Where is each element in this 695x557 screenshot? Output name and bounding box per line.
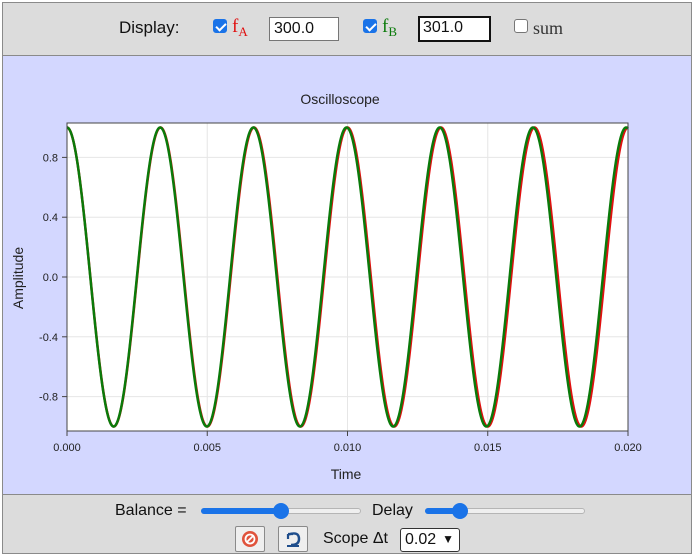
x-tick-label: 0.020 xyxy=(614,442,642,454)
app-frame: Display: fA 300.0 fB 301.0 sum Oscillosc… xyxy=(2,2,692,554)
y-tick-label: -0.8 xyxy=(39,392,58,404)
x-tick-label: 0.000 xyxy=(53,442,81,454)
x-axis-label: Time xyxy=(331,466,362,482)
display-toolbar: Display: fA 300.0 fB 301.0 sum xyxy=(3,3,691,56)
sum-checkbox[interactable] xyxy=(514,19,528,33)
sum-label: sum xyxy=(533,18,564,38)
delay-slider[interactable] xyxy=(425,503,585,519)
x-tick-label: 0.015 xyxy=(474,442,502,454)
scope-dt-select[interactable]: 0.02 ▼ xyxy=(400,528,460,552)
y-tick-label: 0.4 xyxy=(43,212,58,224)
balance-label: Balance = xyxy=(115,502,187,519)
scope-dt-value: 0.02 xyxy=(405,531,437,548)
balance-slider[interactable] xyxy=(201,503,361,519)
fb-frequency-input[interactable]: 301.0 xyxy=(418,16,491,42)
y-tick-label: 0.8 xyxy=(43,152,58,164)
x-tick-label: 0.010 xyxy=(334,442,362,454)
scope-dt-label: Scope Δt xyxy=(323,530,388,547)
delay-slider-thumb[interactable] xyxy=(452,503,469,519)
fa-checkbox[interactable] xyxy=(213,19,227,33)
balance-slider-thumb[interactable] xyxy=(273,503,289,519)
fb-checkbox[interactable] xyxy=(363,19,377,33)
display-label: Display: xyxy=(119,18,180,37)
x-tick-label: 0.005 xyxy=(193,442,221,454)
undo-icon xyxy=(286,532,301,547)
undo-button[interactable] xyxy=(278,526,308,552)
y-tick-label: -0.4 xyxy=(39,332,58,344)
y-tick-label: 0.0 xyxy=(43,272,58,284)
fb-label: fB xyxy=(382,16,397,39)
y-axis-label: Amplitude xyxy=(10,247,26,309)
delay-label: Delay xyxy=(372,502,413,519)
stop-button[interactable] xyxy=(235,526,265,552)
fa-label: fA xyxy=(232,16,248,39)
stop-icon xyxy=(242,531,258,547)
chart-title: Oscilloscope xyxy=(300,91,380,107)
oscilloscope-chart: Oscilloscope 0.000 0.005 0.010 0.015 0.020 0.… xyxy=(10,91,642,482)
chevron-down-icon: ▼ xyxy=(442,532,454,546)
fa-frequency-input[interactable]: 300.0 xyxy=(269,17,339,41)
oscilloscope-panel: Oscilloscope 0.000 0.005 0.010 0.015 0.020 0.… xyxy=(3,56,691,495)
